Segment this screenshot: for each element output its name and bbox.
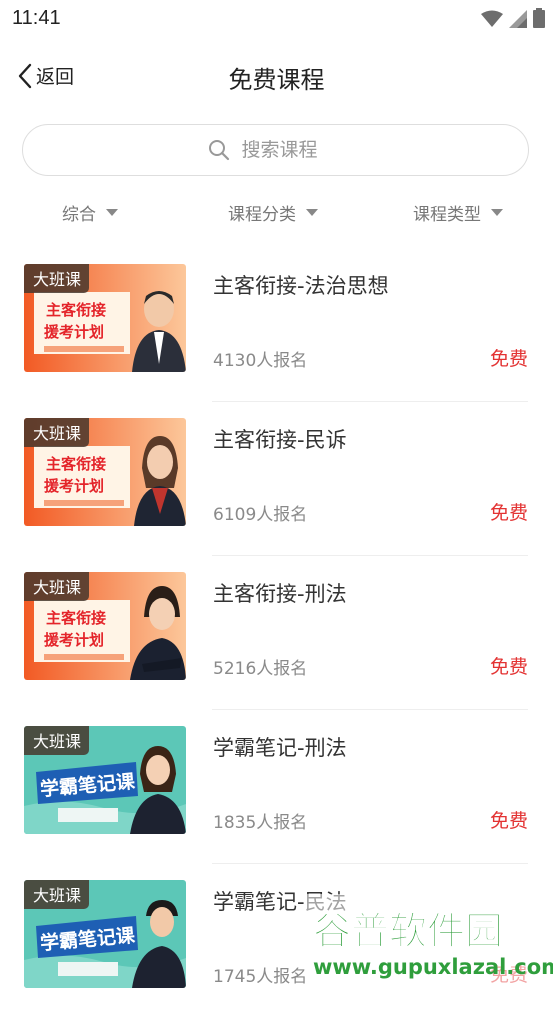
course-item[interactable]: 主客衔接 援考计划 大班课 主客衔接-民诉 6109人报名 免费 [0,402,553,556]
search-bar[interactable] [22,124,529,176]
course-title: 主客衔接-刑法 [213,582,347,606]
svg-text:援考计划: 援考计划 [44,631,104,649]
filter-type[interactable]: 课程类型 [413,200,503,225]
course-item[interactable]: 主客衔接 援考计划 大班课 主客衔接-刑法 5216人报名 免费 [0,556,553,710]
course-thumbnail: 主客衔接 援考计划 大班课 [24,572,186,680]
filter-category[interactable]: 课程分类 [228,200,318,225]
course-title: 学霸笔记-刑法 [213,736,347,760]
filter-category-label: 课程分类 [228,205,296,225]
signal-icon [509,10,527,28]
course-item[interactable]: 主客衔接 援考计划 大班课 主客衔接-法治思想 4130人报名 免费 [0,248,553,402]
svg-text:www.gupuxlazal.com: www.gupuxlazal.com [313,955,553,979]
course-title: 主客衔接-法治思想 [213,274,389,298]
course-item[interactable]: 学霸笔记课 大班课 学霸笔记-刑法 1835人报名 免费 [0,710,553,864]
price-label: 免费 [489,348,528,370]
filter-bar: 综合 课程分类 课程类型 [0,192,553,232]
caret-down-icon [106,209,118,216]
course-thumbnail: 学霸笔记课 大班课 [24,726,186,834]
filter-type-label: 课程类型 [413,205,481,225]
svg-text:主客衔接: 主客衔接 [46,301,106,319]
watermark: 谷普软件园 www.gupuxlazal.com [305,894,553,984]
course-badge: 大班课 [24,264,90,293]
price-label: 免费 [489,810,528,832]
nav-bar: 返回 免费课程 [0,48,553,106]
svg-text:主客衔接: 主客衔接 [46,455,106,473]
filter-sort[interactable]: 综合 [62,200,118,225]
course-badge: 大班课 [24,880,90,909]
search-icon [208,140,229,161]
page-title: 免费课程 [228,66,325,94]
course-badge: 大班课 [24,572,90,601]
enroll-count: 4130人报名 [213,351,308,371]
enroll-count: 1835人报名 [213,813,308,833]
status-icons [481,8,545,28]
wifi-icon [481,10,503,27]
status-bar: 11:41 [0,0,553,38]
svg-text:谷普软件园: 谷普软件园 [313,909,503,953]
enroll-count: 1745人报名 [213,967,308,987]
course-title: 主客衔接-民诉 [213,428,347,452]
caret-down-icon [491,209,503,216]
price-label: 免费 [489,502,528,524]
price-label: 免费 [489,656,528,678]
status-time: 11:41 [12,7,61,29]
enroll-count: 5216人报名 [213,659,308,679]
course-badge: 大班课 [24,726,90,755]
course-thumbnail: 主客衔接 援考计划 大班课 [24,264,186,372]
search-input[interactable] [239,138,344,162]
filter-sort-label: 综合 [62,205,96,225]
svg-text:主客衔接: 主客衔接 [46,609,106,627]
course-thumbnail: 主客衔接 援考计划 大班课 [24,418,186,526]
enroll-count: 6109人报名 [213,505,308,525]
course-thumbnail: 学霸笔记课 大班课 [24,880,186,988]
course-badge: 大班课 [24,418,90,447]
caret-down-icon [306,209,318,216]
svg-text:援考计划: 援考计划 [44,477,104,495]
svg-text:援考计划: 援考计划 [44,323,104,341]
battery-icon [533,8,545,28]
